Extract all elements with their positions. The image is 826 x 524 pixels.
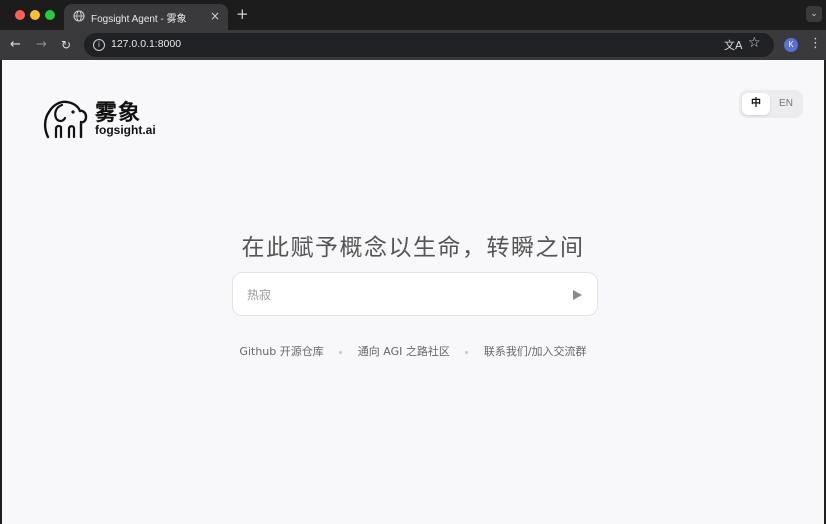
star-icon[interactable]: ☆ [748,35,761,51]
elephant-icon [43,100,88,139]
separator-dot [339,350,343,354]
minimize-window-button[interactable] [30,10,40,20]
separator-dot [465,350,469,354]
url-text[interactable]: 127.0.0.1:8000 [111,38,181,50]
reload-icon[interactable]: ↻ [61,37,71,53]
forward-icon[interactable]: → [36,37,47,53]
logo[interactable]: 雾象 fogsight.ai [42,93,172,143]
language-toggle: 中 EN [739,90,803,118]
tab-search-button[interactable]: ⌄ [806,6,822,22]
contact-link[interactable]: 联系我们/加入交流群 [484,345,587,358]
play-icon[interactable] [567,285,587,305]
globe-icon [73,10,85,22]
more-menu-icon[interactable]: ⋮ [809,36,822,52]
page-content: 雾象 fogsight.ai 中 EN 在此赋予概念以生命，转瞬之间 Githu… [2,60,824,524]
profile-avatar[interactable]: K [784,38,798,52]
back-icon[interactable]: ← [10,37,21,53]
github-link[interactable]: Github 开源仓库 [239,345,323,358]
prompt-input[interactable] [247,285,547,305]
browser-toolbar: ← → ↻ i 127.0.0.1:8000 文A ☆ K ⋮ [0,30,826,60]
new-tab-button[interactable]: + [236,6,249,22]
browser-tab-bar: Fogsight Agent - 雾象 × + ⌄ [0,0,826,30]
tab-fogsight[interactable]: Fogsight Agent - 雾象 × [64,4,228,30]
address-bar[interactable]: i 127.0.0.1:8000 文A ☆ [84,33,774,57]
translate-icon[interactable]: 文A [724,37,743,53]
logo-name-en: fogsight.ai [95,123,156,137]
tab-title: Fogsight Agent - 雾象 [91,14,187,25]
hero-headline: 在此赋予概念以生命，转瞬之间 [241,235,585,261]
close-window-button[interactable] [15,10,25,20]
prompt-box [232,272,598,316]
footer-links: Github 开源仓库 通向 AGI 之路社区 联系我们/加入交流群 [2,343,824,359]
community-link[interactable]: 通向 AGI 之路社区 [358,345,450,358]
close-tab-icon[interactable]: × [210,8,220,24]
maximize-window-button[interactable] [45,10,55,20]
lang-en-button[interactable]: EN [772,93,800,115]
lang-zh-button[interactable]: 中 [742,93,770,115]
info-icon[interactable]: i [93,39,105,51]
